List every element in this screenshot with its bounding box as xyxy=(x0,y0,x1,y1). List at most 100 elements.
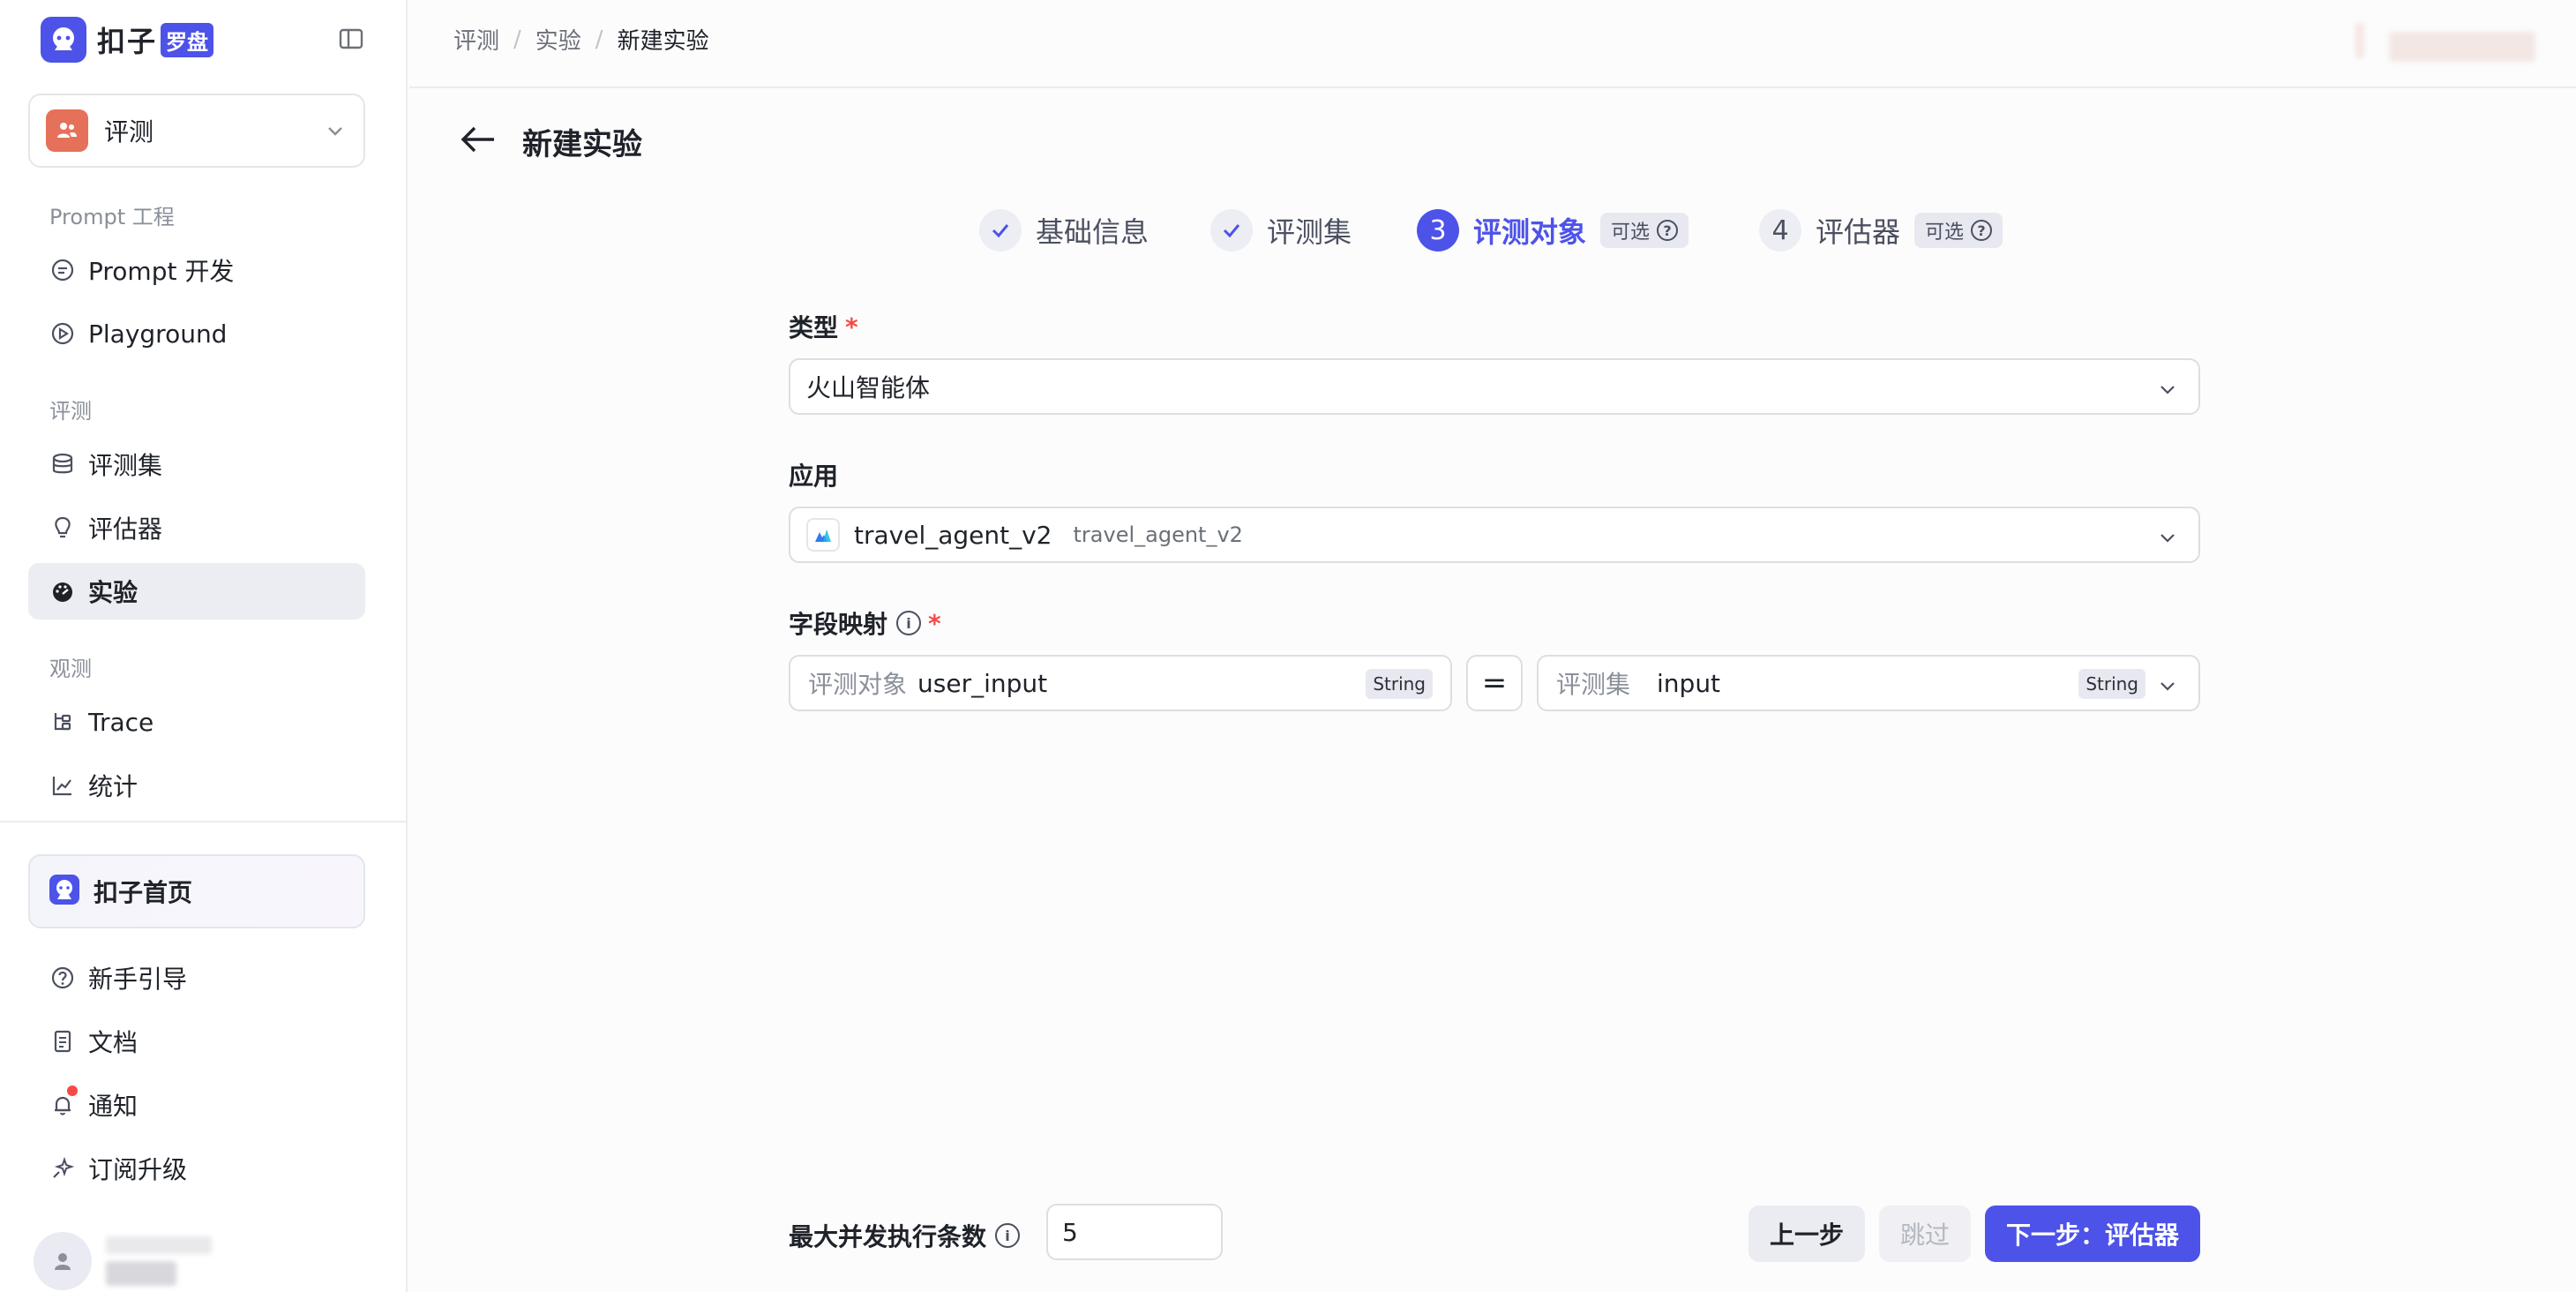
type-select-value: 火山智能体 xyxy=(806,373,931,402)
sidebar-item-evaluator[interactable]: 评估器 xyxy=(28,500,365,556)
top-bar: 评测 / 实验 / 新建实验 xyxy=(409,0,2576,88)
back-arrow-icon[interactable] xyxy=(459,122,499,157)
next-step-button[interactable]: 下一步：评估器 xyxy=(1985,1206,2200,1262)
breadcrumb-separator: / xyxy=(513,26,521,53)
sidebar-item-prompt-dev[interactable]: Prompt 开发 xyxy=(28,242,365,298)
optional-tag-label: 可选 xyxy=(1925,222,1965,244)
help-circle-icon[interactable]: ? xyxy=(1971,220,1993,241)
brand-logo[interactable]: 扣子 罗盘 xyxy=(41,17,214,63)
sidebar: 扣子 罗盘 评测 Prompt 工程 Prompt 开发 Playground … xyxy=(0,0,408,1292)
sidebar-item-stats[interactable]: 统计 xyxy=(28,757,365,814)
app-field-label: 应用 xyxy=(789,457,838,492)
mapping-source-prefix: 评测集 xyxy=(1556,670,1631,699)
breadcrumb-separator: / xyxy=(595,26,603,53)
volcano-agent-icon xyxy=(806,518,840,552)
step-number: 3 xyxy=(1417,209,1459,252)
step-evaluator[interactable]: 4 评估器 可选 ? xyxy=(1759,208,2003,252)
chevron-down-icon xyxy=(2158,676,2177,699)
sidebar-item-experiment[interactable]: 实验 xyxy=(28,563,365,620)
mapping-source-name: input xyxy=(1657,668,1721,698)
step-eval-set[interactable]: 评测集 xyxy=(1210,208,1352,252)
concurrency-input[interactable]: 5 xyxy=(1046,1204,1223,1260)
mapping-target-field: 评测对象 user_input String xyxy=(789,655,1452,711)
space-selector[interactable]: 评测 xyxy=(28,94,365,168)
step-eval-target[interactable]: 3 评测对象 可选 ? xyxy=(1417,208,1689,252)
equals-operator: = xyxy=(1466,655,1523,711)
coze-home-label: 扣子首页 xyxy=(94,878,193,907)
concurrency-label: 最大并发执行条数 i xyxy=(789,1218,1021,1253)
sidebar-item-label: 评估器 xyxy=(88,515,163,544)
sidebar-item-trace[interactable]: Trace xyxy=(28,694,365,750)
concurrency-label-text: 最大并发执行条数 xyxy=(789,1222,987,1251)
breadcrumb-item[interactable]: 实验 xyxy=(535,23,581,56)
sidebar-collapse-icon[interactable] xyxy=(337,25,365,53)
coze-logo-icon xyxy=(41,17,86,63)
check-icon xyxy=(1210,209,1253,252)
user-profile[interactable] xyxy=(34,1232,212,1290)
sidebar-item-label: 订阅升级 xyxy=(88,1155,188,1184)
sidebar-item-label: 新手引导 xyxy=(88,965,188,994)
page-title: 新建实验 xyxy=(522,127,642,162)
breadcrumb-item[interactable]: 评测 xyxy=(453,23,499,56)
app-select-subtext: travel_agent_v2 xyxy=(1073,522,1243,547)
help-circle-icon[interactable]: ? xyxy=(1657,220,1679,241)
database-icon xyxy=(49,451,76,477)
sparkle-icon xyxy=(49,1155,76,1182)
space-name: 评测 xyxy=(104,117,154,146)
play-circle-icon xyxy=(49,320,76,347)
help-circle-icon xyxy=(49,965,76,991)
info-icon[interactable]: i xyxy=(995,1223,1021,1248)
section-title-eval: 评测 xyxy=(49,399,92,424)
brand-name: 扣子 xyxy=(97,25,158,58)
sidebar-item-playground[interactable]: Playground xyxy=(28,305,365,362)
info-icon[interactable]: i xyxy=(896,611,922,635)
type-tag: String xyxy=(2078,669,2145,699)
required-asterisk: * xyxy=(928,608,941,638)
sidebar-item-label: 实验 xyxy=(88,578,139,607)
sidebar-item-eval-set[interactable]: 评测集 xyxy=(28,436,365,492)
dashboard-icon xyxy=(49,578,76,605)
required-asterisk: * xyxy=(845,312,858,342)
section-title-observe: 观测 xyxy=(49,657,92,681)
app-select-value: travel_agent_v2 xyxy=(854,520,1052,550)
coze-home-link[interactable]: 扣子首页 xyxy=(28,854,365,928)
step-basic-info[interactable]: 基础信息 xyxy=(979,208,1149,252)
section-title-prompt: Prompt 工程 xyxy=(49,205,175,229)
optional-tag: 可选 ? xyxy=(1914,213,2003,248)
step-label: 评估器 xyxy=(1816,215,1901,249)
sidebar-item-label: Playground xyxy=(88,319,228,349)
prev-step-button[interactable]: 上一步 xyxy=(1749,1206,1865,1262)
sidebar-item-upgrade[interactable]: 订阅升级 xyxy=(28,1140,365,1197)
sidebar-item-guide[interactable]: 新手引导 xyxy=(28,950,365,1006)
sidebar-divider xyxy=(0,821,408,823)
breadcrumb-current: 新建实验 xyxy=(617,28,709,55)
step-label: 评测集 xyxy=(1267,215,1352,249)
space-avatar xyxy=(46,109,88,152)
type-label: 类型 xyxy=(789,313,839,342)
user-avatar-icon xyxy=(34,1232,92,1290)
sidebar-item-label: Trace xyxy=(88,707,154,737)
step-number: 4 xyxy=(1759,209,1801,252)
type-select[interactable]: 火山智能体 xyxy=(789,358,2200,415)
coze-home-icon xyxy=(49,875,79,908)
mapping-source-select[interactable]: 评测集 input String xyxy=(1537,655,2200,711)
user-name-redacted xyxy=(106,1236,212,1286)
sidebar-item-label: 通知 xyxy=(88,1092,139,1121)
step-label: 基础信息 xyxy=(1036,215,1149,249)
optional-tag: 可选 ? xyxy=(1600,213,1689,248)
check-icon xyxy=(979,209,1022,252)
chat-bubble-icon xyxy=(49,257,76,283)
brand-badge: 罗盘 xyxy=(161,22,214,57)
chevron-down-icon xyxy=(2158,528,2177,551)
mapping-field-label: 字段映射 i * xyxy=(789,605,941,641)
mapping-target-prefix: 评测对象 xyxy=(808,670,908,699)
sidebar-item-label: 文档 xyxy=(88,1028,139,1057)
sidebar-item-label: Prompt 开发 xyxy=(88,257,235,286)
skip-button[interactable]: 跳过 xyxy=(1879,1206,1971,1262)
type-tag: String xyxy=(1366,669,1433,699)
sidebar-item-notifications[interactable]: 通知 xyxy=(28,1077,365,1133)
app-select[interactable]: travel_agent_v2 travel_agent_v2 xyxy=(789,507,2200,563)
trace-tree-icon xyxy=(49,709,76,735)
sidebar-item-docs[interactable]: 文档 xyxy=(28,1013,365,1070)
chevron-down-icon xyxy=(2158,379,2177,402)
